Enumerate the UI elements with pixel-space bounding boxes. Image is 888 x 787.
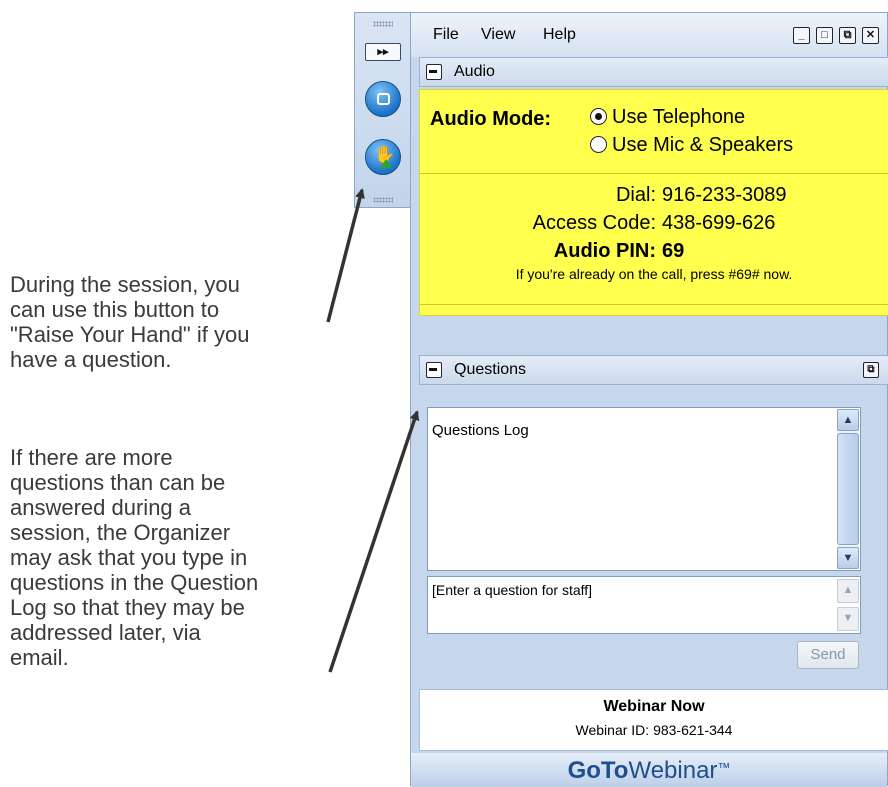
annotation-line: session, the Organizer bbox=[10, 520, 231, 545]
send-button[interactable]: Send bbox=[797, 641, 859, 669]
question-input-placeholder: [Enter a question for staff] bbox=[432, 582, 593, 598]
questions-log-scrollbar[interactable]: ▲ ▼ bbox=[837, 409, 859, 569]
scroll-thumb[interactable] bbox=[837, 433, 859, 545]
annotation-line: addressed later, via bbox=[10, 620, 201, 645]
collapse-icon[interactable] bbox=[426, 64, 442, 80]
radio-label: Use Mic & Speakers bbox=[612, 134, 794, 156]
raise-hand-annotation: During the session, you can use this but… bbox=[10, 272, 350, 372]
expand-panel-button[interactable]: ▸▸ bbox=[365, 43, 401, 61]
logo-part-webinar: Webinar bbox=[628, 757, 718, 784]
divider bbox=[420, 173, 888, 174]
webinar-info: Webinar Now Webinar ID: 983-621-344 bbox=[419, 689, 888, 751]
screen-share-icon bbox=[377, 93, 390, 105]
call-instruction: If you're already on the call, press #69… bbox=[515, 266, 793, 282]
questions-section-title: Questions bbox=[454, 361, 527, 378]
annotation-line: If there are more bbox=[10, 445, 173, 470]
question-input[interactable]: [Enter a question for staff] ▲ ▼ bbox=[427, 576, 861, 634]
raise-hand-button[interactable]: ✋ bbox=[365, 139, 401, 175]
annotation-line: have a question. bbox=[10, 347, 172, 372]
webinar-control-panel: File View Help _ □ ⧉ ✕ Audio Audio Mode:… bbox=[410, 12, 888, 787]
popout-button[interactable]: ⧉ bbox=[839, 27, 856, 44]
access-code-value: 438-699-626 bbox=[662, 212, 776, 234]
audio-pin-value: 69 bbox=[662, 240, 685, 262]
annotation-line: may ask that you type in bbox=[10, 545, 248, 570]
audio-mode-label: Audio Mode: bbox=[430, 108, 552, 130]
questions-annotation: If there are more questions than can be … bbox=[10, 445, 350, 670]
annotation-line: During the session, you bbox=[10, 272, 240, 297]
annotation-line: "Raise Your Hand" if you bbox=[10, 322, 250, 347]
close-button[interactable]: ✕ bbox=[862, 27, 879, 44]
annotation-line: Log so that they may be bbox=[10, 595, 245, 620]
tool-strip: ▸▸ ✋ bbox=[354, 12, 410, 208]
menu-help[interactable]: Help bbox=[543, 26, 576, 44]
audio-panel: Audio Mode: Use Telephone Use Mic & Spea… bbox=[419, 89, 888, 316]
dial-number: 916-233-3089 bbox=[662, 184, 787, 206]
maximize-button[interactable]: □ bbox=[816, 27, 833, 44]
audio-section-header[interactable]: Audio bbox=[419, 57, 888, 87]
divider bbox=[420, 304, 888, 305]
annotation-line: can use this button to bbox=[10, 297, 220, 322]
menu-file[interactable]: File bbox=[433, 26, 459, 44]
audio-section-title: Audio bbox=[454, 63, 495, 80]
webinar-title: Webinar Now bbox=[603, 698, 705, 715]
access-code-label: Access Code: bbox=[532, 212, 656, 234]
scroll-up-icon[interactable]: ▲ bbox=[837, 579, 859, 603]
webinar-id: Webinar ID: 983-621-344 bbox=[575, 722, 733, 738]
questions-section-header[interactable]: Questions ⧉ bbox=[419, 355, 888, 385]
scroll-down-icon[interactable]: ▼ bbox=[837, 547, 859, 569]
scroll-down-icon[interactable]: ▼ bbox=[837, 607, 859, 631]
dial-label: Dial: bbox=[615, 184, 656, 206]
annotation-line: questions in the Question bbox=[10, 570, 259, 595]
gotowebinar-logo: GoToWebinar™ bbox=[411, 757, 887, 785]
arrow-up-icon bbox=[380, 159, 392, 168]
minimize-button[interactable]: _ bbox=[793, 27, 810, 44]
radio-label: Use Telephone bbox=[612, 106, 746, 128]
radio-use-telephone[interactable]: Use Telephone bbox=[590, 106, 745, 129]
radio-unselected-icon bbox=[590, 136, 607, 153]
brand-bar: GoToWebinar™ bbox=[411, 753, 887, 787]
menu-bar: File View Help _ □ ⧉ ✕ bbox=[411, 13, 887, 57]
radio-selected-icon bbox=[590, 108, 607, 125]
radio-use-mic-speakers[interactable]: Use Mic & Speakers bbox=[590, 134, 793, 157]
scroll-up-icon[interactable]: ▲ bbox=[837, 409, 859, 431]
audio-pin-label: Audio PIN: bbox=[553, 240, 656, 262]
menu-view[interactable]: View bbox=[481, 26, 515, 44]
logo-part-goto: GoTo bbox=[567, 757, 629, 784]
annotation-line: questions than can be bbox=[10, 470, 226, 495]
logo-trademark: ™ bbox=[717, 760, 731, 775]
screen-share-button[interactable] bbox=[365, 81, 401, 117]
questions-log[interactable]: Questions Log ▲ ▼ bbox=[427, 407, 861, 571]
popout-questions-icon[interactable]: ⧉ bbox=[863, 362, 879, 378]
annotation-line: email. bbox=[10, 645, 69, 670]
annotation-line: answered during a bbox=[10, 495, 192, 520]
questions-log-title: Questions Log bbox=[432, 422, 529, 439]
grip-handle-top[interactable] bbox=[373, 21, 393, 27]
collapse-icon[interactable] bbox=[426, 362, 442, 378]
grip-handle-bottom[interactable] bbox=[373, 197, 393, 203]
